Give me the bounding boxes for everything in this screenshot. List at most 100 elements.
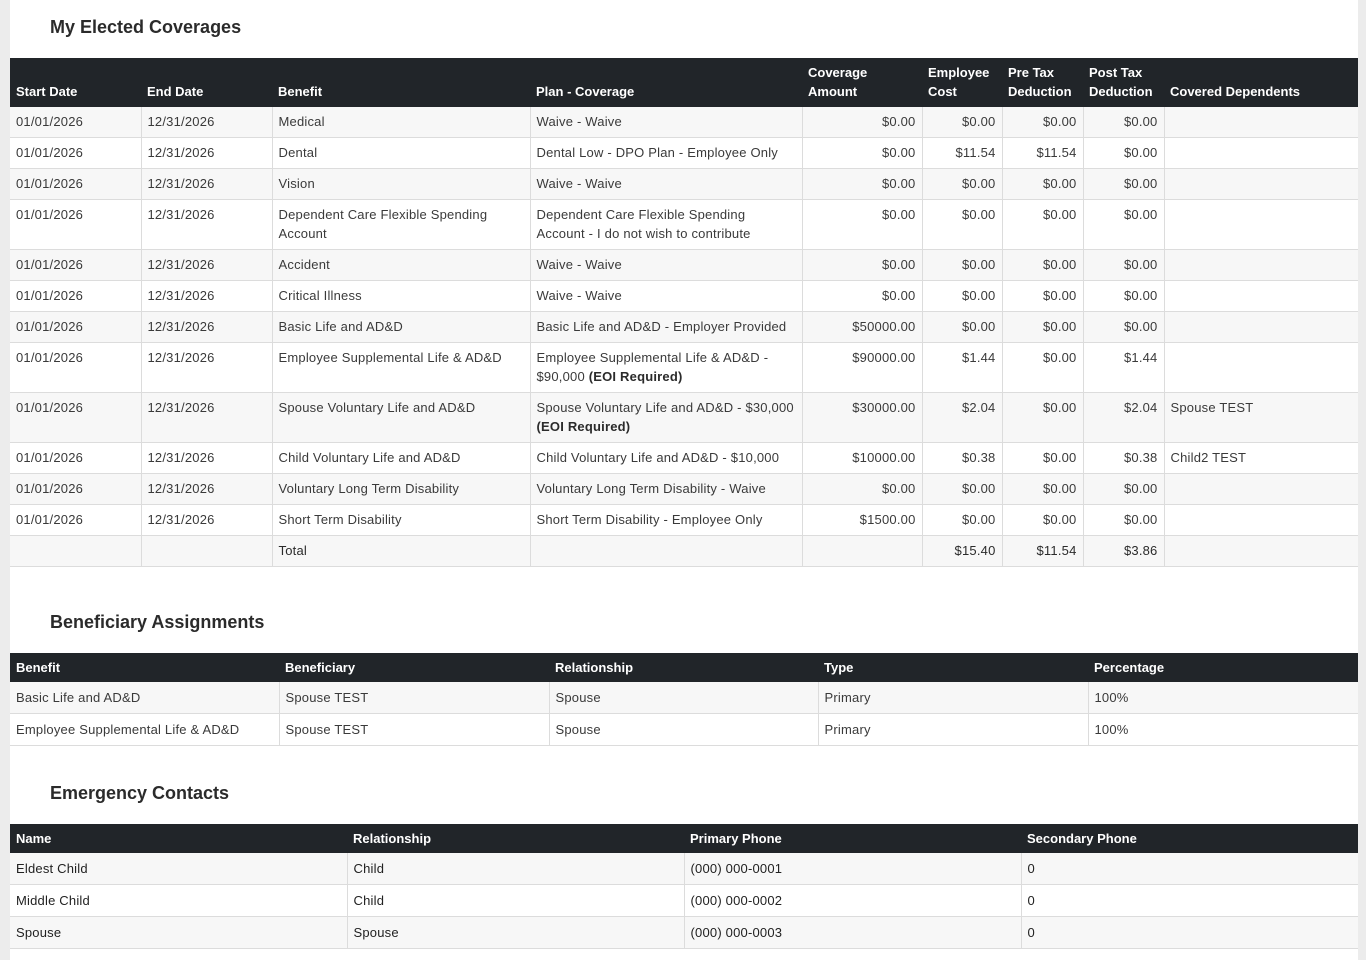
total-pre-tax: $11.54	[1002, 535, 1084, 567]
table-row: 01/01/2026 12/31/2026 Child Voluntary Life…	[10, 442, 1358, 474]
table-row: 01/01/2026 12/31/2026 Accident Waive - Waiv…	[10, 249, 1358, 281]
cell-empty	[10, 535, 142, 567]
cell-end-date: 12/31/2026	[141, 280, 273, 312]
column-header-coverage-amount: Coverage Amount	[802, 58, 922, 107]
cell-coverage-amount: $0.00	[802, 168, 923, 200]
column-header: Relationship	[347, 824, 684, 853]
table-row: 01/01/2026 12/31/2026 Short Term Disabilit…	[10, 504, 1358, 536]
table-row: 01/01/2026 12/31/2026 Basic Life and AD&D B…	[10, 311, 1358, 343]
cell-post-tax: $0.00	[1083, 311, 1165, 343]
cell-end-date: 12/31/2026	[141, 442, 273, 474]
cell-start-date: 01/01/2026	[10, 280, 142, 312]
cell-empty	[1164, 535, 1358, 567]
cell-pre-tax: $0.00	[1002, 442, 1084, 474]
cell-end-date: 12/31/2026	[141, 199, 273, 250]
cell-post-tax: $1.44	[1083, 342, 1165, 393]
cell-benefit: Dental	[272, 137, 531, 169]
cell-plan-coverage: Dental Low - DPO Plan - Employee Only	[530, 137, 803, 169]
column-header-plan-coverage: Plan - Coverage	[530, 58, 802, 107]
cell-employee-cost: $0.00	[922, 199, 1003, 250]
cell-covered-dependents	[1164, 473, 1358, 505]
table-cell: Middle Child	[10, 884, 348, 917]
table-row: Middle Child Child (000) 000-0002 0	[10, 884, 1358, 917]
plan-text: Waive - Waive	[536, 176, 622, 191]
cell-pre-tax: $0.00	[1002, 473, 1084, 505]
cell-post-tax: $0.00	[1083, 137, 1165, 169]
cell-empty	[530, 535, 803, 567]
emergency-contacts-title: Emergency Contacts	[50, 783, 230, 803]
cell-benefit: Medical	[272, 107, 531, 138]
table-cell: Spouse	[549, 682, 819, 714]
cell-covered-dependents	[1164, 311, 1358, 343]
header-line: Deduction	[1008, 84, 1072, 99]
cell-end-date: 12/31/2026	[141, 107, 273, 138]
cell-start-date: 01/01/2026	[10, 392, 142, 443]
cell-start-date: 01/01/2026	[10, 137, 142, 169]
plan-text: Spouse Voluntary Life and AD&D - $30,000	[536, 400, 794, 415]
cell-employee-cost: $0.00	[922, 473, 1003, 505]
cell-post-tax: $0.00	[1083, 473, 1165, 505]
table-row: Basic Life and AD&D Spouse TEST Spouse Prim…	[10, 682, 1358, 714]
emergency-contacts-table: Name Relationship Primary Phone Secondary P…	[10, 824, 1358, 949]
plan-text: Waive - Waive	[536, 288, 622, 303]
cell-start-date: 01/01/2026	[10, 473, 142, 505]
cell-employee-cost: $0.00	[922, 107, 1003, 138]
cell-coverage-amount: $1500.00	[802, 504, 923, 536]
column-header: Primary Phone	[684, 824, 1021, 853]
beneficiary-assignments-title: Beneficiary Assignments	[50, 612, 265, 632]
cell-benefit: Critical Illness	[272, 280, 531, 312]
cell-employee-cost: $0.38	[922, 442, 1003, 474]
header-line: Deduction	[1089, 84, 1153, 99]
cell-benefit: Voluntary Long Term Disability	[272, 473, 531, 505]
cell-pre-tax: $0.00	[1002, 199, 1084, 250]
total-post-tax: $3.86	[1083, 535, 1165, 567]
benefits-summary-page: My Elected Coverages Start Date End Date…	[10, 0, 1358, 960]
table-cell: Primary	[818, 682, 1089, 714]
cell-employee-cost: $11.54	[922, 137, 1003, 169]
cell-end-date: 12/31/2026	[141, 342, 273, 393]
column-header-covered-dependents: Covered Dependents	[1164, 58, 1358, 107]
plan-text: Dependent Care Flexible Spending Account…	[536, 207, 751, 241]
cell-end-date: 12/31/2026	[141, 311, 273, 343]
table-header-row: Start Date End Date Benefit Plan - Cover…	[10, 58, 1358, 107]
table-cell: (000) 000-0003	[684, 916, 1022, 949]
cell-covered-dependents	[1164, 249, 1358, 281]
cell-plan-coverage: Child Voluntary Life and AD&D - $10,000	[530, 442, 803, 474]
total-row: Total $15.40 $11.54 $3.86	[10, 535, 1358, 567]
table-cell: Child	[347, 884, 685, 917]
table-cell: Spouse TEST	[279, 682, 550, 714]
cell-benefit: Short Term Disability	[272, 504, 531, 536]
cell-pre-tax: $0.00	[1002, 107, 1084, 138]
cell-covered-dependents	[1164, 342, 1358, 393]
table-cell: Basic Life and AD&D	[10, 682, 280, 714]
eoi-required-note: (EOI Required)	[536, 419, 631, 434]
column-header: Name	[10, 824, 347, 853]
table-cell: Spouse	[10, 916, 348, 949]
cell-covered-dependents	[1164, 280, 1358, 312]
cell-covered-dependents: Child2 TEST	[1164, 442, 1358, 474]
cell-coverage-amount: $30000.00	[802, 392, 923, 443]
cell-benefit: Accident	[272, 249, 531, 281]
table-row: Employee Supplemental Life & AD&D Spouse …	[10, 713, 1358, 746]
table-cell: 0	[1021, 916, 1358, 949]
plan-text: Voluntary Long Term Disability - Waive	[536, 481, 766, 496]
cell-coverage-amount: $0.00	[802, 473, 923, 505]
cell-post-tax: $0.00	[1083, 280, 1165, 312]
table-cell: (000) 000-0001	[684, 853, 1022, 885]
cell-benefit: Basic Life and AD&D	[272, 311, 531, 343]
table-header-row: Name Relationship Primary Phone Secondary P…	[10, 824, 1358, 853]
table-row: 01/01/2026 12/31/2026 Critical Illness Waiv…	[10, 280, 1358, 312]
cell-benefit: Child Voluntary Life and AD&D	[272, 442, 531, 474]
cell-start-date: 01/01/2026	[10, 311, 142, 343]
cell-end-date: 12/31/2026	[141, 137, 273, 169]
table-row: 01/01/2026 12/31/2026 Dependent Care Flexi…	[10, 199, 1358, 250]
cell-empty	[141, 535, 273, 567]
cell-benefit: Dependent Care Flexible Spending Account	[272, 199, 531, 250]
total-label: Total	[272, 535, 531, 567]
cell-start-date: 01/01/2026	[10, 442, 142, 474]
cell-plan-coverage: Short Term Disability - Employee Only	[530, 504, 803, 536]
plan-text: Waive - Waive	[536, 257, 622, 272]
cell-plan-coverage: Basic Life and AD&D - Employer Provided	[530, 311, 803, 343]
cell-employee-cost: $2.04	[922, 392, 1003, 443]
table-cell: 100%	[1088, 713, 1358, 746]
